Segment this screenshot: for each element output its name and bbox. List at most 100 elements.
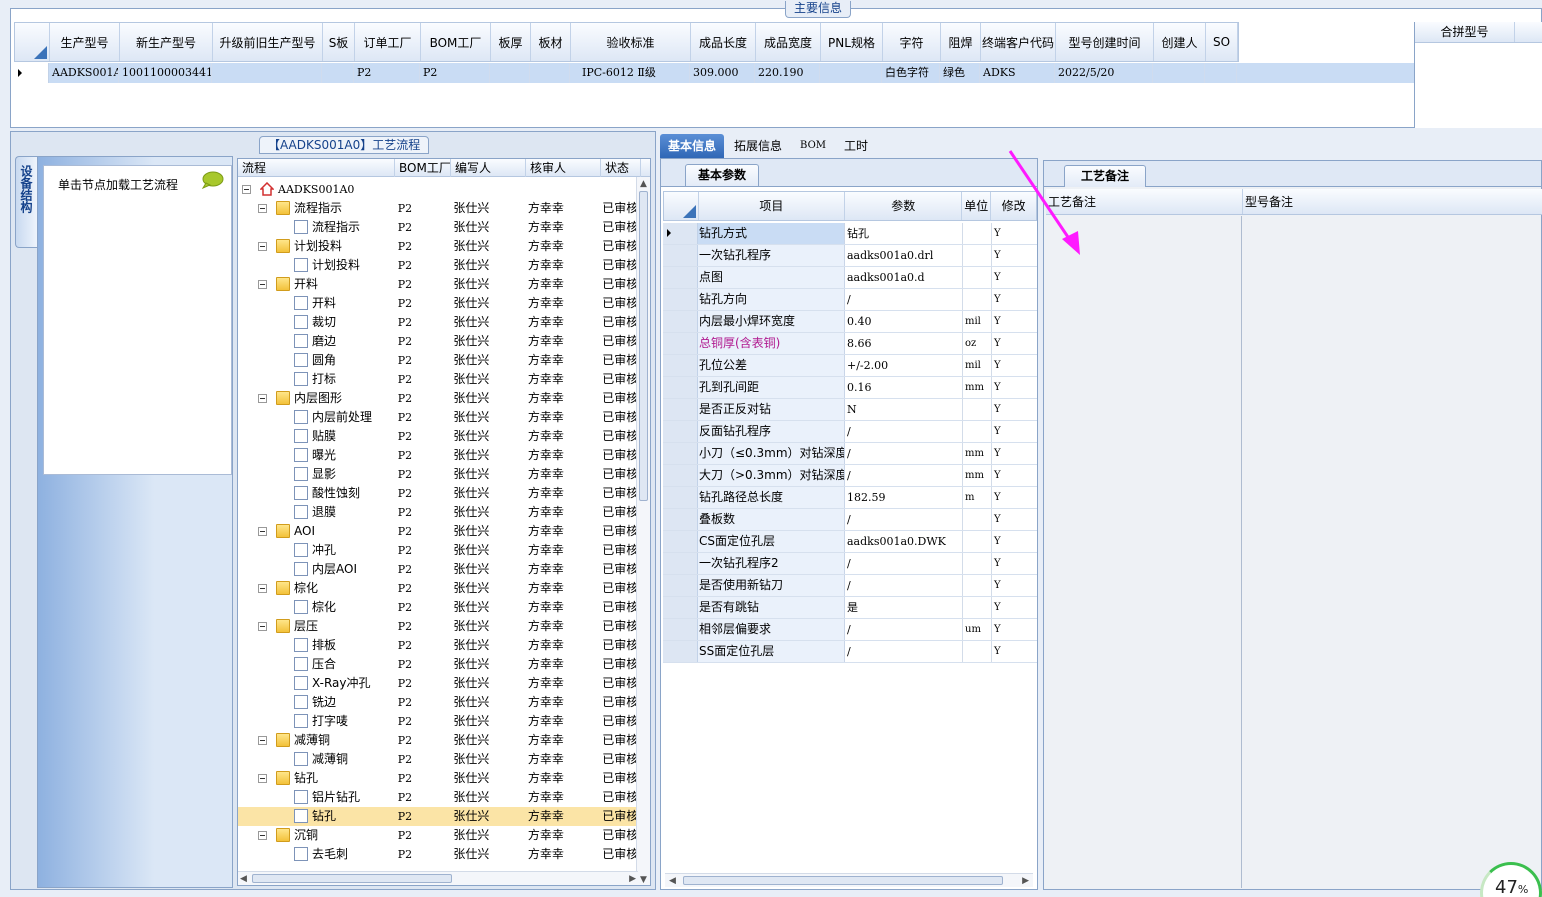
tree-node[interactable]: 棕化 P2 张仕兴 方幸幸 已审核 [238,579,638,598]
tree-node[interactable]: 减薄铜 P2 张仕兴 方幸幸 已审核 [238,731,638,750]
param-value[interactable]: 是 [845,597,963,618]
grid-corner[interactable] [15,23,50,61]
cell-customer[interactable]: ADKS [980,63,1055,83]
col-model-remark[interactable]: 型号备注 [1243,189,1542,214]
scroll-up-icon[interactable]: ▲ [640,179,647,189]
param-value[interactable]: aadks001a0.DWK [845,531,963,552]
tree-node[interactable]: 压合 P2 张仕兴 方幸幸 已审核 [238,655,638,674]
tree-node[interactable]: 沉铜 P2 张仕兴 方幸幸 已审核 [238,826,638,845]
param-row[interactable]: 相邻层偏要求 / um Y [663,619,1037,641]
col-order-factory[interactable]: 订单工厂 [355,23,421,61]
scroll-right-icon[interactable]: ▶ [1022,876,1029,886]
cell-bom-factory[interactable]: P2 [420,63,490,83]
cell-created[interactable]: 2022/5/20 [1055,63,1153,83]
tree-node[interactable]: 开料 P2 张仕兴 方幸幸 已审核 [238,294,638,313]
tree-node[interactable]: 打标 P2 张仕兴 方幸幸 已审核 [238,370,638,389]
scroll-down-icon[interactable]: ▼ [640,875,647,885]
col-so[interactable]: SO [1206,23,1238,61]
tree-vertical-scrollbar[interactable]: ▲ ▼ [636,177,650,885]
table-row[interactable]: AADKS001A0 10011000034410 P2 P2 IPC-6012… [14,63,1414,83]
tree-node[interactable]: 流程指示 P2 张仕兴 方幸幸 已审核 [238,218,638,237]
param-row[interactable]: 总铜厚(含表铜) 8.66 oz Y [663,333,1037,355]
param-value[interactable]: / [845,619,963,640]
tree-node[interactable]: 冲孔 P2 张仕兴 方幸幸 已审核 [238,541,638,560]
scroll-thumb[interactable] [252,874,452,883]
col-new-model[interactable]: 新生产型号 [120,23,213,61]
param-row[interactable]: 一次钻孔程序2/ Y [663,553,1037,575]
param-value[interactable]: / [845,509,963,530]
collapse-toggle-icon[interactable] [258,280,267,289]
col-item[interactable]: 项目 [699,192,846,220]
col-thickness[interactable]: 板厚 [491,23,531,61]
tree-node[interactable]: AOI P2 张仕兴 方幸幸 已审核 [238,522,638,541]
col-checker[interactable]: 核审人 [526,159,601,177]
param-row[interactable]: 一次钻孔程序 aadks001a0.drl Y [663,245,1037,267]
col-standard[interactable]: 验收标准 [571,23,691,61]
col-bom-factory[interactable]: BOM工厂 [421,23,491,61]
param-row[interactable]: 钻孔方式 钻孔 Y [663,223,1037,245]
param-value[interactable]: / [845,289,963,310]
cell-so[interactable] [1205,63,1237,83]
col-param[interactable]: 参数 [845,192,963,220]
cell-new-model[interactable]: 10011000034410 [119,63,212,83]
param-row[interactable]: 内层最小焊环宽度 0.40 mil Y [663,311,1037,333]
col-s-board[interactable]: S板 [323,23,355,61]
col-writer[interactable]: 编写人 [451,159,526,177]
tab-work-hours[interactable]: 工时 [836,134,876,158]
param-row[interactable]: 孔到孔间距 0.16 mm Y [663,377,1037,399]
col-flow[interactable]: 流程 [238,159,395,177]
col-status[interactable]: 状态 [601,159,641,177]
cell-standard[interactable]: IPC-6012 Ⅱ级 [570,63,690,83]
param-value[interactable]: 0.40 [845,311,963,332]
tree-node[interactable]: 显影 P2 张仕兴 方幸幸 已审核 [238,465,638,484]
tree-node[interactable]: 开料 P2 张仕兴 方幸幸 已审核 [238,275,638,294]
param-value[interactable]: 钻孔 [845,223,963,244]
param-value[interactable]: / [845,575,963,596]
tree-node[interactable]: 铝片钻孔 P2 张仕兴 方幸幸 已审核 [238,788,638,807]
param-value[interactable]: / [845,553,963,574]
tree-node[interactable]: 减薄铜 P2 张仕兴 方幸幸 已审核 [238,750,638,769]
tree-node[interactable]: 去毛刺 P2 张仕兴 方幸幸 已审核 [238,845,638,864]
load-box[interactable]: 单击节点加载工艺流程 [43,165,232,475]
cell-pnl[interactable] [820,63,882,83]
scroll-thumb[interactable] [683,876,1003,885]
tree-node[interactable]: 棕化 P2 张仕兴 方幸幸 已审核 [238,598,638,617]
param-row[interactable]: 是否正反对钻 N Y [663,399,1037,421]
tree-node[interactable]: 内层图形 P2 张仕兴 方幸幸 已审核 [238,389,638,408]
col-length[interactable]: 成品长度 [691,23,756,61]
scroll-right-icon[interactable]: ▶ [629,874,636,884]
col-created[interactable]: 型号创建时间 [1056,23,1154,61]
tree-node[interactable]: 层压 P2 张仕兴 方幸幸 已审核 [238,617,638,636]
param-row[interactable]: 点图 aadks001a0.d Y [663,267,1037,289]
param-row[interactable]: 小刀（≤0.3mm）对钻深度 / mm Y [663,443,1037,465]
tree-node[interactable]: 内层AOI P2 张仕兴 方幸幸 已审核 [238,560,638,579]
process-remark-field[interactable] [1046,216,1242,888]
param-row[interactable]: 孔位公差 +/-2.00 mil Y [663,355,1037,377]
param-value[interactable]: 182.59 [845,487,963,508]
tree-node[interactable]: 钻孔 P2 张仕兴 方幸幸 已审核 [238,769,638,788]
col-mask[interactable]: 阻焊 [941,23,981,61]
col-pnl[interactable]: PNL规格 [821,23,883,61]
param-row[interactable]: 反面钻孔程序 / Y [663,421,1037,443]
scroll-left-icon[interactable]: ◀ [240,874,247,884]
param-row[interactable]: 大刀（>0.3mm）对钻深度 / mm Y [663,465,1037,487]
tree-node[interactable]: 裁切 P2 张仕兴 方幸幸 已审核 [238,313,638,332]
tree-node[interactable]: 曝光 P2 张仕兴 方幸幸 已审核 [238,446,638,465]
param-row[interactable]: SS面定位孔层 / Y [663,641,1037,663]
tree-node[interactable]: 计划投料 P2 张仕兴 方幸幸 已审核 [238,256,638,275]
col-char[interactable]: 字符 [883,23,941,61]
param-value[interactable]: / [845,421,963,442]
col-unit[interactable]: 单位 [962,192,992,220]
cell-s-board[interactable] [322,63,354,83]
cell-char[interactable]: 白色字符 [882,63,940,83]
tree-node[interactable]: 磨边 P2 张仕兴 方幸幸 已审核 [238,332,638,351]
cell-creator[interactable] [1153,63,1205,83]
param-value[interactable]: / [845,443,963,464]
collapse-toggle-icon[interactable] [258,242,267,251]
param-value[interactable]: / [845,465,963,486]
param-value[interactable]: / [845,641,963,662]
param-row[interactable]: 钻孔路径总长度 182.59 m Y [663,487,1037,509]
cell-material[interactable] [530,63,570,83]
param-value[interactable]: aadks001a0.drl [845,245,963,266]
tree-node[interactable]: 内层前处理 P2 张仕兴 方幸幸 已审核 [238,408,638,427]
